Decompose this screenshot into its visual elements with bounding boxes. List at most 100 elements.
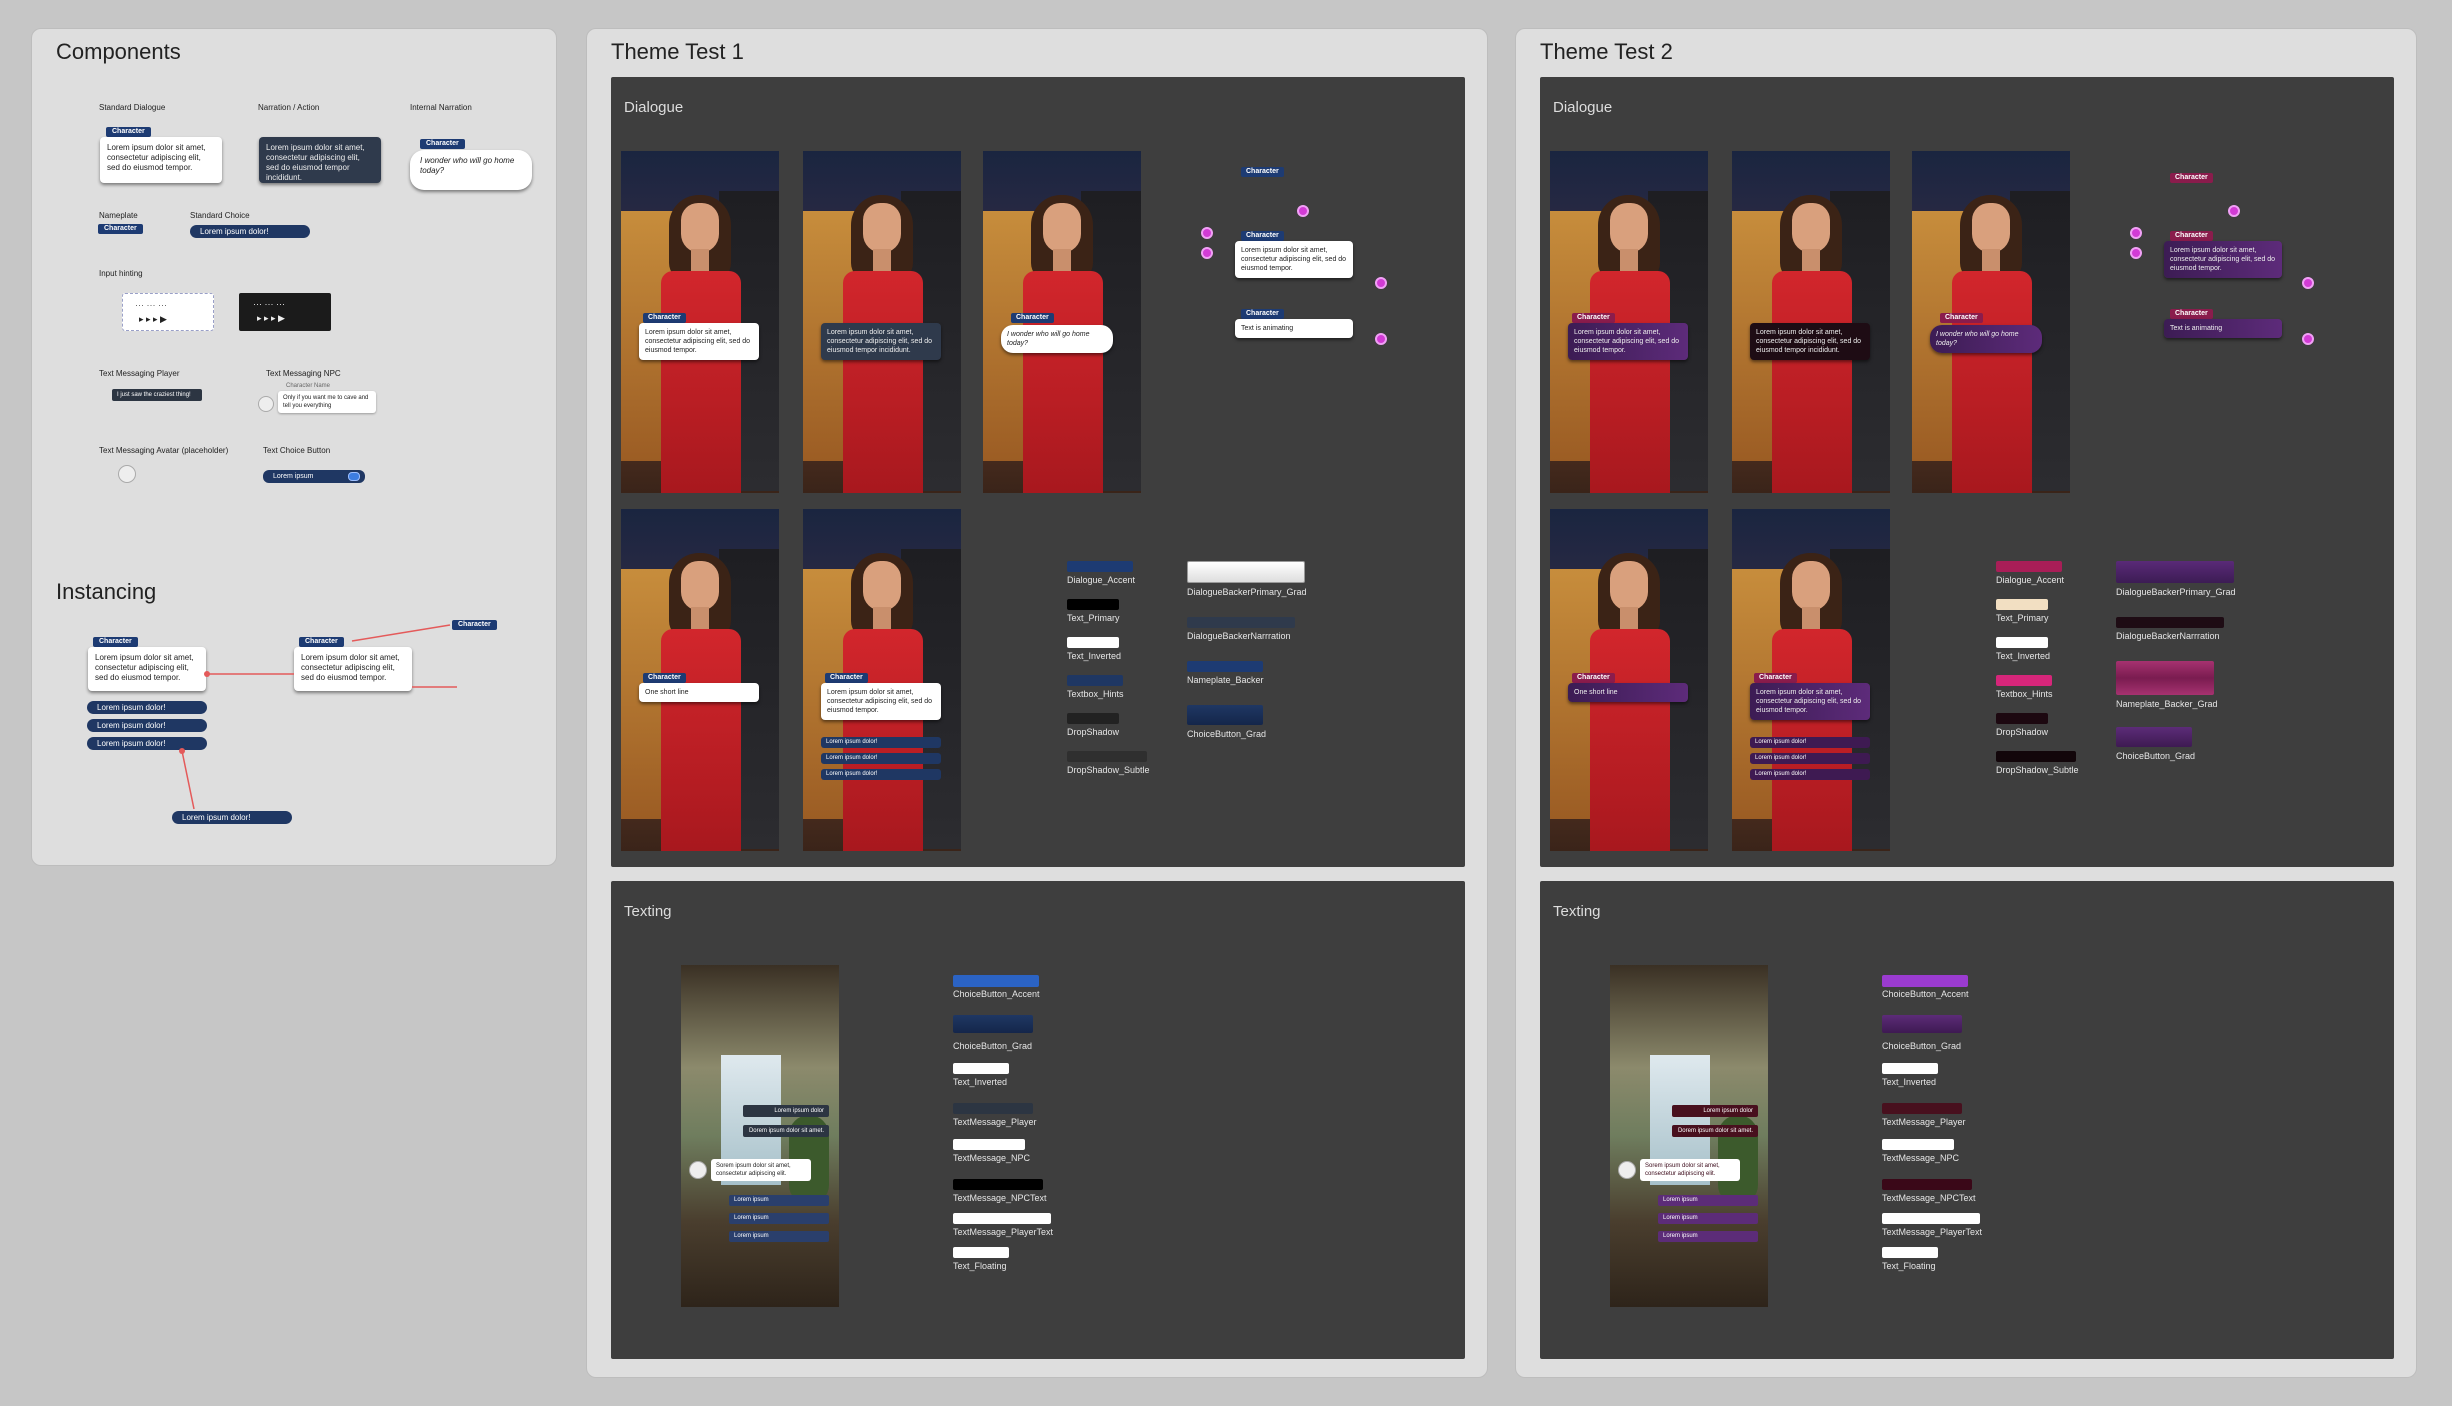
standard-choice-label: Standard Choice bbox=[190, 211, 250, 220]
swatch-tm-playertext bbox=[1882, 1213, 1980, 1224]
swatch-backer-narration bbox=[1187, 617, 1295, 628]
standard-choice-button[interactable]: Lorem ipsum dolor! bbox=[190, 225, 310, 238]
swatch-label: Textbox_Hints bbox=[1067, 689, 1124, 699]
text-choice-1[interactable]: Lorem ipsum bbox=[729, 1195, 829, 1206]
text-npc-avatar bbox=[1618, 1161, 1636, 1179]
text-player-bubble: I just saw the craziest thing! bbox=[112, 389, 202, 401]
swatch-label: Text_Floating bbox=[1882, 1261, 1936, 1271]
swatch-dropshadow bbox=[1067, 713, 1119, 724]
theme2-dialogue-panel: Dialogue Character Lorem ipsum dolor sit… bbox=[1540, 77, 2394, 867]
text-player-label: Text Messaging Player bbox=[99, 369, 180, 378]
instancing-nameplate-copy: Character bbox=[299, 637, 344, 647]
swatch-label: DialogueBackerNarrration bbox=[1187, 631, 1291, 641]
phone-narration-box: Lorem ipsum dolor sit amet, consectetur … bbox=[821, 323, 941, 360]
instancing-choice-2[interactable]: Lorem ipsum dolor! bbox=[87, 719, 207, 732]
character-face bbox=[681, 561, 719, 611]
swatch-label: DropShadow bbox=[1067, 727, 1120, 737]
swatch-label: DialogueBackerNarrration bbox=[2116, 631, 2220, 641]
text-choice-2[interactable]: Lorem ipsum bbox=[1658, 1213, 1758, 1224]
swatch-label: DropShadow_Subtle bbox=[1996, 765, 2079, 775]
swatch-text-floating bbox=[953, 1247, 1009, 1258]
theme1-frame: Theme Test 1 Dialogue Character Lorem ip… bbox=[586, 28, 1488, 1378]
swatch-label: TextMessage_PlayerText bbox=[1882, 1227, 1983, 1237]
theme2-floating-nameplate: Character bbox=[2170, 173, 2213, 183]
marker-dot bbox=[1297, 205, 1309, 217]
swatch-label: Nameplate_Backer bbox=[1187, 675, 1264, 685]
swatch-textbox-hints bbox=[1067, 675, 1123, 686]
phone-nameplate: Character bbox=[1754, 673, 1797, 683]
text-npc-avatar bbox=[689, 1161, 707, 1179]
phone-dialogue-box: Lorem ipsum dolor sit amet, consectetur … bbox=[639, 323, 759, 360]
theme2-texting-panel: Texting Lorem ipsum dolor Dorem ipsum do… bbox=[1540, 881, 2394, 1359]
instancing-result-choice[interactable]: Lorem ipsum dolor! bbox=[172, 811, 292, 824]
character-face bbox=[1792, 561, 1830, 611]
theme2-preview-nameplate: Character bbox=[2170, 231, 2213, 241]
internal-narration-label: Internal Narration bbox=[410, 103, 472, 112]
character-face bbox=[681, 203, 719, 253]
theme1-animating-box: Text is animating bbox=[1235, 319, 1353, 338]
character-dress bbox=[1952, 271, 2032, 493]
text-avatar-label: Text Messaging Avatar (placeholder) bbox=[99, 446, 229, 455]
swatch-text-inverted bbox=[1996, 637, 2048, 648]
phone-choice-2[interactable]: Lorem ipsum dolor! bbox=[821, 753, 941, 764]
phone-choice-1[interactable]: Lorem ipsum dolor! bbox=[1750, 737, 1870, 748]
text-npc-label: Text Messaging NPC bbox=[266, 369, 341, 378]
hint-arrows-icon: ▸ ▸ ▸ ▶ bbox=[257, 313, 285, 323]
text-choice-1[interactable]: Lorem ipsum bbox=[1658, 1195, 1758, 1206]
marker-dot bbox=[2130, 247, 2142, 259]
swatch-label: Text_Inverted bbox=[1882, 1077, 1937, 1087]
text-choice-2[interactable]: Lorem ipsum bbox=[729, 1213, 829, 1224]
text-choice-3[interactable]: Lorem ipsum bbox=[729, 1231, 829, 1242]
swatch-label: TextMessage_Player bbox=[1882, 1117, 1966, 1127]
theme1-floating-nameplate: Character bbox=[1241, 167, 1284, 177]
swatch-label: TextMessage_NPC bbox=[1882, 1153, 1960, 1163]
theme1-phone-choices: Character Lorem ipsum dolor sit amet, co… bbox=[803, 509, 961, 851]
character-face bbox=[1972, 203, 2010, 253]
reply-icon bbox=[348, 472, 360, 481]
marker-dot bbox=[1375, 277, 1387, 289]
theme1-phone-internal: Character I wonder who will go home toda… bbox=[983, 151, 1141, 493]
phone-dialogue-box: Lorem ipsum dolor sit amet, consectetur … bbox=[821, 683, 941, 720]
character-dress bbox=[1772, 271, 1852, 493]
swatch-tm-player bbox=[1882, 1103, 1962, 1114]
standard-dialogue-label: Standard Dialogue bbox=[99, 103, 166, 112]
components-title: Components bbox=[56, 39, 181, 64]
swatch-label: ChoiceButton_Grad bbox=[2116, 751, 2196, 761]
phone-choice-3[interactable]: Lorem ipsum dolor! bbox=[1750, 769, 1870, 780]
swatch-choice-grad bbox=[2116, 727, 2192, 747]
theme2-dialogue-title: Dialogue bbox=[1553, 99, 1613, 116]
swatch-label: Dialogue_Accent bbox=[1067, 575, 1136, 585]
input-hint-dark: ··· ··· ··· ▸ ▸ ▸ ▶ bbox=[239, 293, 331, 331]
swatch-label: Text_Primary bbox=[1996, 613, 2049, 623]
text-choice-3[interactable]: Lorem ipsum bbox=[1658, 1231, 1758, 1242]
input-hinting-label: Input hinting bbox=[99, 269, 143, 278]
instancing-choice-3[interactable]: Lorem ipsum dolor! bbox=[87, 737, 207, 750]
standard-dialogue-nameplate: Character bbox=[106, 127, 151, 137]
character-face bbox=[1043, 203, 1081, 253]
text-player-bubble: Lorem ipsum dolor bbox=[1672, 1105, 1758, 1117]
instancing-choice-1[interactable]: Lorem ipsum dolor! bbox=[87, 701, 207, 714]
swatch-tm-playertext bbox=[953, 1213, 1051, 1224]
swatch-text-primary bbox=[1067, 599, 1119, 610]
marker-dot bbox=[2302, 333, 2314, 345]
theme2-phone-short: Character One short line bbox=[1550, 509, 1708, 851]
internal-nameplate: Character bbox=[420, 139, 465, 149]
phone-nameplate: Character bbox=[1572, 673, 1615, 683]
swatch-tm-npc bbox=[1882, 1139, 1954, 1150]
swatch-tm-npc bbox=[953, 1139, 1025, 1150]
swatch-label: TextMessage_NPC bbox=[953, 1153, 1031, 1163]
phone-dialogue-box: Lorem ipsum dolor sit amet, consectetur … bbox=[1750, 683, 1870, 720]
phone-choice-3[interactable]: Lorem ipsum dolor! bbox=[821, 769, 941, 780]
theme2-phone-choices: Character Lorem ipsum dolor sit amet, co… bbox=[1732, 509, 1890, 851]
phone-nameplate: Character bbox=[1572, 313, 1615, 323]
swatch-label: TextMessage_NPCText bbox=[953, 1193, 1047, 1203]
phone-choice-2[interactable]: Lorem ipsum dolor! bbox=[1750, 753, 1870, 764]
swatch-label: DialogueBackerPrimary_Grad bbox=[2116, 587, 2236, 597]
swatch-choice-grad bbox=[1187, 705, 1263, 725]
marker-dot bbox=[2302, 277, 2314, 289]
swatch-text-primary bbox=[1996, 599, 2048, 610]
swatch-label: ChoiceButton_Accent bbox=[1882, 989, 1969, 999]
swatch-dropshadow-subtle bbox=[1067, 751, 1147, 762]
phone-choice-1[interactable]: Lorem ipsum dolor! bbox=[821, 737, 941, 748]
marker-dot bbox=[1201, 227, 1213, 239]
